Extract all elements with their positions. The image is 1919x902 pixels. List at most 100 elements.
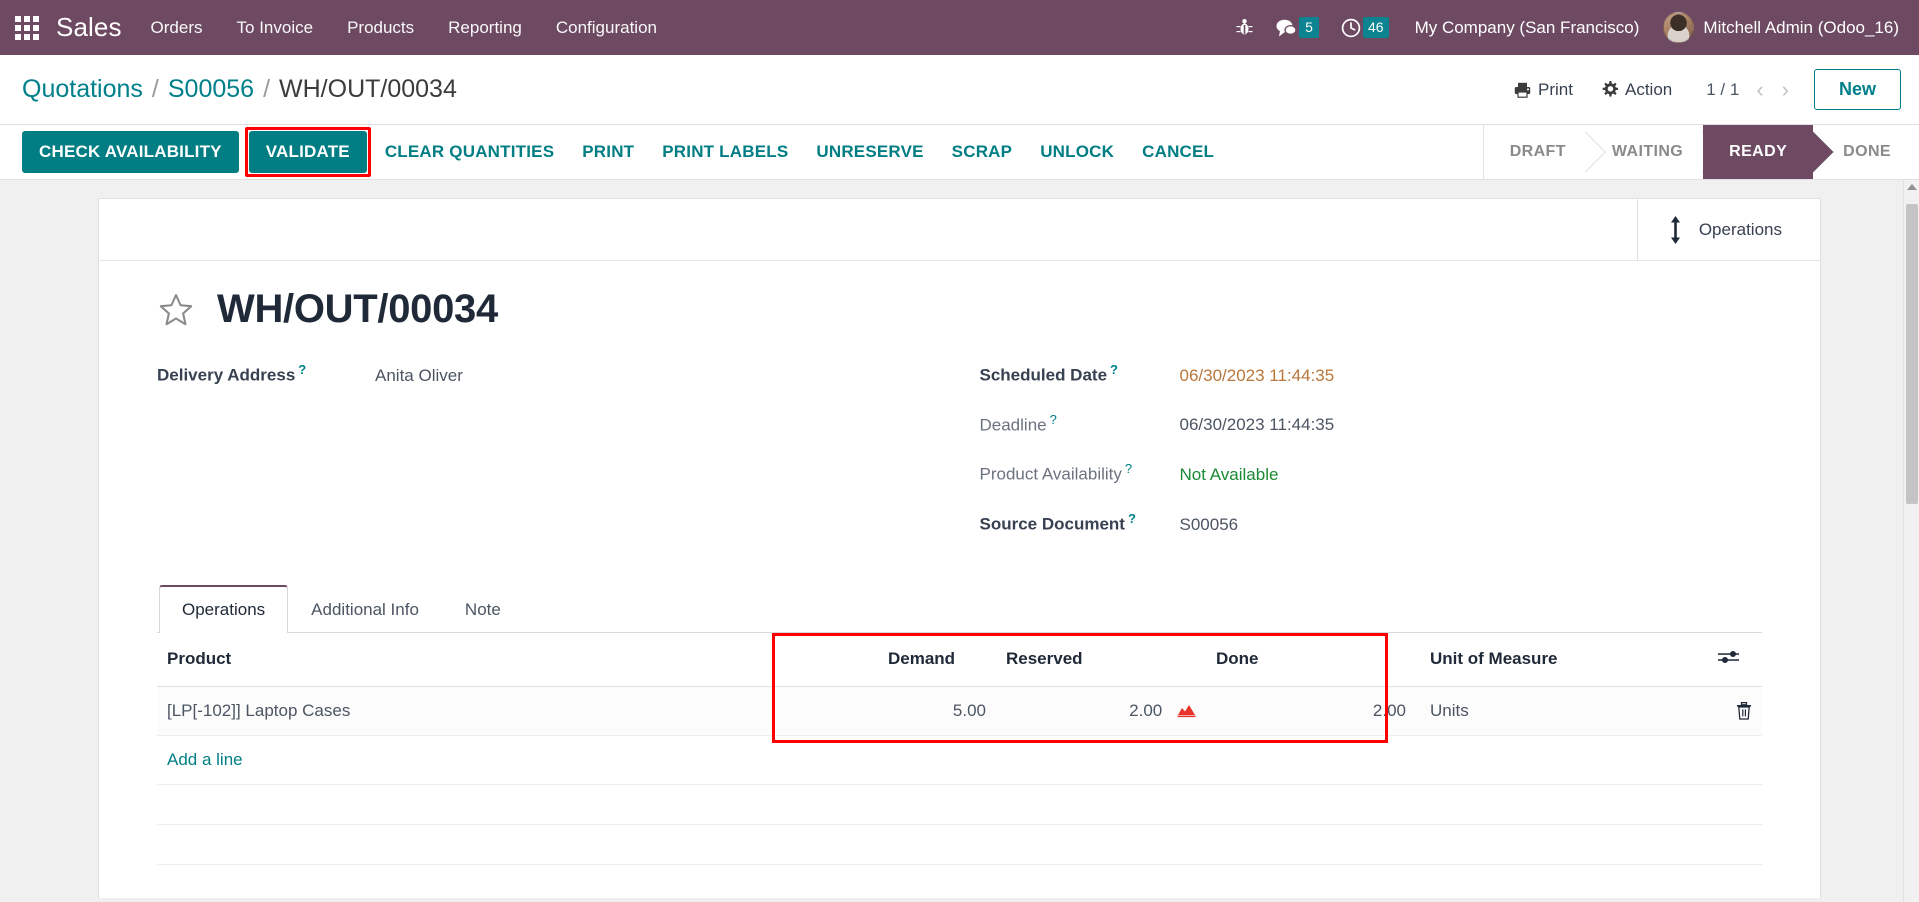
smart-button-operations-label: Operations <box>1698 219 1782 239</box>
action-button-label: Action <box>1624 79 1673 99</box>
cell-done[interactable]: 2.00 <box>1206 686 1416 736</box>
notebook: Operations Additional Info Note Product … <box>157 584 1762 865</box>
control-panel: Quotations / S00056 / WH/OUT/00034 Print <box>0 55 1919 125</box>
nav-item-to-invoice[interactable]: To Invoice <box>220 10 331 46</box>
print-action-button[interactable]: PRINT <box>568 132 648 172</box>
forecast-report-icon[interactable] <box>1177 703 1196 718</box>
tab-operations[interactable]: Operations <box>159 584 289 633</box>
field-scheduled-date: Scheduled Date? 06/30/2023 11:44:35 <box>980 362 1763 386</box>
help-icon[interactable]: ? <box>298 362 306 377</box>
field-product-availability: Product Availability? Not Available <box>980 461 1763 485</box>
scroll-up-arrow-icon[interactable] <box>1907 184 1917 190</box>
column-header-done[interactable]: Done <box>1206 632 1416 687</box>
messages-counter[interactable]: 5 <box>1265 11 1329 44</box>
nav-item-reporting[interactable]: Reporting <box>431 10 539 46</box>
trash-icon <box>1737 702 1751 720</box>
optional-columns-toggle[interactable] <box>1708 632 1762 687</box>
printer-icon <box>1514 82 1531 98</box>
cell-reserved[interactable]: 2.00 <box>996 686 1206 736</box>
company-switcher[interactable]: My Company (San Francisco) <box>1401 10 1654 46</box>
gear-icon <box>1602 81 1618 97</box>
field-scheduled-date-label: Scheduled Date? <box>979 362 1119 385</box>
pager-value[interactable]: 1 / 1 <box>1700 80 1745 100</box>
nav-item-products[interactable]: Products <box>330 10 431 46</box>
validate-button-highlight: VALIDATE <box>244 127 371 177</box>
status-step-ready[interactable]: READY <box>1703 125 1814 179</box>
add-a-line-cell: Add a line <box>157 735 1762 785</box>
column-header-reserved[interactable]: Reserved <box>996 632 1206 687</box>
help-icon[interactable]: ? <box>1110 362 1118 377</box>
action-button[interactable]: Action <box>1587 73 1686 107</box>
form-column-left: Delivery Address? Anita Oliver <box>157 362 940 561</box>
star-outline-icon[interactable] <box>157 291 195 329</box>
scrap-button[interactable]: SCRAP <box>938 132 1027 172</box>
add-a-line-link[interactable]: Add a line <box>167 750 243 769</box>
field-delivery-address-value[interactable]: Anita Oliver <box>375 366 463 386</box>
apps-grid-icon[interactable] <box>10 11 44 45</box>
unreserve-button[interactable]: UNRESERVE <box>802 132 937 172</box>
statusbar-row: CHECK AVAILABILITY VALIDATE CLEAR QUANTI… <box>0 125 1919 180</box>
check-availability-button[interactable]: CHECK AVAILABILITY <box>22 131 239 173</box>
nav-item-configuration[interactable]: Configuration <box>539 10 674 46</box>
field-scheduled-date-value[interactable]: 06/30/2023 11:44:35 <box>1180 366 1335 386</box>
record-title-row: WH/OUT/00034 <box>157 287 1762 332</box>
field-source-document-label: Source Document? <box>979 510 1136 534</box>
smart-button-operations[interactable]: Operations <box>1636 199 1820 260</box>
cell-reserved-value: 2.00 <box>1129 700 1163 720</box>
column-header-demand[interactable]: Demand <box>878 632 996 687</box>
breadcrumb-item-quotations[interactable]: Quotations <box>22 75 143 104</box>
table-header-row: Product Demand Reserved Done Unit of Mea… <box>157 632 1762 687</box>
cell-delete[interactable] <box>1708 686 1762 736</box>
page-title: WH/OUT/00034 <box>217 287 498 331</box>
cell-unit-of-measure[interactable]: Units <box>1416 686 1708 736</box>
bug-icon[interactable] <box>1226 12 1263 43</box>
field-deadline-value[interactable]: 06/30/2023 11:44:35 <box>1180 415 1335 435</box>
user-menu[interactable]: Mitchell Admin (Odoo_16) <box>1655 8 1905 47</box>
content-area: Operations WH/OUT/00034 Delivery Address… <box>0 180 1919 902</box>
activities-counter[interactable]: 46 <box>1331 11 1399 44</box>
clear-quantities-button[interactable]: CLEAR QUANTITIES <box>371 132 568 172</box>
app-brand-sales[interactable]: Sales <box>50 12 134 43</box>
field-delivery-address: Delivery Address? Anita Oliver <box>157 362 940 386</box>
table-row[interactable]: [LP[-102]] Laptop Cases 5.00 2.00 2.00 U… <box>157 686 1762 736</box>
validate-button[interactable]: VALIDATE <box>248 131 367 173</box>
cell-demand[interactable]: 5.00 <box>878 686 996 736</box>
help-icon[interactable]: ? <box>1125 461 1132 476</box>
add-a-line-row[interactable]: Add a line <box>157 735 1762 785</box>
up-down-arrow-icon <box>1670 215 1680 244</box>
tab-additional-info[interactable]: Additional Info <box>288 586 442 633</box>
field-product-availability-label: Product Availability? <box>979 461 1133 484</box>
operations-table-wrapper: Product Demand Reserved Done Unit of Mea… <box>157 632 1762 865</box>
breadcrumb-item-current: WH/OUT/00034 <box>279 75 457 103</box>
status-step-draft[interactable]: DRAFT <box>1483 125 1586 179</box>
column-header-product[interactable]: Product <box>157 632 878 687</box>
pager: 1 / 1 ‹ › <box>1700 77 1796 103</box>
cancel-button[interactable]: CANCEL <box>1128 132 1228 172</box>
cell-product[interactable]: [LP[-102]] Laptop Cases <box>157 686 878 736</box>
avatar <box>1663 12 1695 43</box>
chevron-left-icon[interactable]: ‹ <box>1749 77 1770 103</box>
breadcrumb-item-s00056[interactable]: S00056 <box>168 75 254 104</box>
unlock-button[interactable]: UNLOCK <box>1026 132 1128 172</box>
print-button[interactable]: Print <box>1500 73 1587 107</box>
chat-bubble-icon <box>1276 19 1297 36</box>
tab-note[interactable]: Note <box>442 586 524 633</box>
new-button[interactable]: New <box>1813 69 1901 110</box>
field-product-availability-value: Not Available <box>1179 464 1279 484</box>
column-header-unit-of-measure[interactable]: Unit of Measure <box>1416 632 1708 687</box>
field-source-document-value[interactable]: S00056 <box>1180 515 1239 535</box>
print-labels-button[interactable]: PRINT LABELS <box>648 132 802 172</box>
navbar-systray: 5 46 My Company (San Francisco) Mitchell… <box>1226 8 1905 47</box>
nav-item-orders[interactable]: Orders <box>134 10 220 46</box>
help-icon[interactable]: ? <box>1050 412 1057 427</box>
chevron-right-icon[interactable]: › <box>1775 77 1796 103</box>
field-deadline-label: Deadline? <box>979 411 1057 435</box>
help-icon[interactable]: ? <box>1128 511 1136 526</box>
smart-button-bar: Operations <box>99 199 1820 261</box>
scrollbar-thumb[interactable] <box>1906 204 1918 504</box>
breadcrumb-separator: / <box>263 75 271 103</box>
action-buttons: CHECK AVAILABILITY VALIDATE CLEAR QUANTI… <box>0 125 1483 179</box>
vertical-scrollbar[interactable] <box>1903 180 1919 902</box>
activities-count-badge: 46 <box>1362 17 1389 38</box>
table-filler-row <box>157 824 1762 865</box>
